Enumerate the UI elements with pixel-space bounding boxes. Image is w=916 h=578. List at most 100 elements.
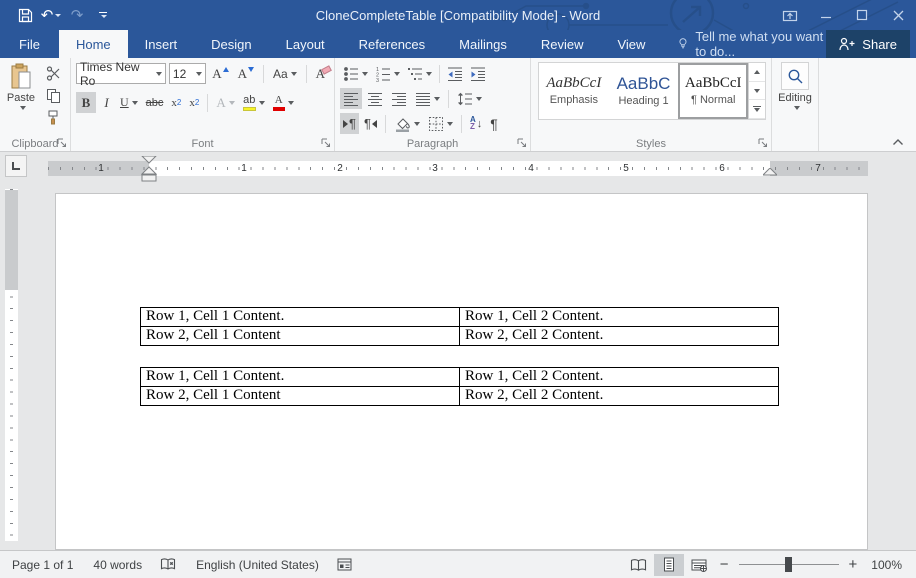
copy-button[interactable]	[42, 86, 64, 105]
tab-layout[interactable]: Layout	[269, 30, 342, 58]
left-to-right-text-button[interactable]: ¶	[340, 113, 359, 134]
subscript-button[interactable]: x2	[168, 92, 184, 113]
text-highlight-color-button[interactable]: ab	[240, 92, 268, 113]
print-layout-button[interactable]	[654, 554, 684, 576]
paragraph-dialog-launcher[interactable]	[517, 138, 527, 148]
tab-home[interactable]: Home	[59, 30, 128, 58]
tab-view[interactable]: View	[600, 30, 662, 58]
italic-button[interactable]: I	[98, 92, 115, 113]
editing-caret-icon	[794, 106, 800, 110]
cut-button[interactable]	[42, 64, 64, 83]
table-cell[interactable]: Row 2, Cell 1 Content	[141, 327, 460, 346]
right-to-left-text-button[interactable]: ¶	[361, 113, 380, 134]
show-hide-formatting-button[interactable]: ¶	[487, 113, 501, 134]
font-color-button[interactable]: A	[270, 92, 297, 113]
strikethrough-button[interactable]: abc	[143, 92, 167, 113]
grow-font-button[interactable]: A	[209, 63, 231, 84]
customize-quick-access-button[interactable]	[92, 3, 114, 27]
multilevel-list-button[interactable]	[404, 63, 435, 84]
editing-button[interactable]: Editing	[772, 58, 818, 110]
read-mode-button[interactable]	[624, 554, 654, 576]
search-icon	[787, 68, 804, 85]
zoom-slider-thumb[interactable]	[785, 557, 792, 572]
style-heading-1[interactable]: AaBbC Heading 1	[609, 63, 679, 119]
zoom-percentage[interactable]: 100%	[871, 558, 902, 572]
align-center-button[interactable]	[364, 88, 386, 109]
table-cell[interactable]: Row 2, Cell 2 Content.	[460, 327, 779, 346]
clipboard-dialog-launcher[interactable]	[57, 138, 67, 148]
increase-indent-button[interactable]	[467, 63, 489, 84]
share-button[interactable]: Share	[826, 30, 910, 58]
borders-button[interactable]	[425, 113, 456, 134]
zoom-in-button[interactable]: +	[849, 557, 858, 572]
maximize-button[interactable]	[844, 0, 880, 30]
zoom-out-button[interactable]: −	[720, 557, 729, 572]
tab-design[interactable]: Design	[194, 30, 268, 58]
style-normal-selected[interactable]: AaBbCcI ¶ Normal	[678, 63, 748, 119]
save-button[interactable]	[14, 3, 36, 27]
format-painter-button[interactable]	[42, 108, 64, 127]
left-indent-marker[interactable]	[141, 156, 157, 182]
numbering-button[interactable]: 1 2 3	[372, 63, 403, 84]
style-name: ¶ Normal	[691, 94, 735, 106]
table-cell[interactable]: Row 1, Cell 1 Content.	[141, 368, 460, 387]
table-cell[interactable]: Row 2, Cell 1 Content	[141, 387, 460, 406]
ribbon-display-options-button[interactable]	[772, 0, 808, 30]
table-cell[interactable]: Row 1, Cell 1 Content.	[141, 308, 460, 327]
align-left-button[interactable]	[340, 88, 362, 109]
proofing-status-button[interactable]	[160, 557, 176, 572]
underline-button[interactable]: U	[117, 92, 141, 113]
tab-file[interactable]: File	[0, 30, 59, 58]
justify-button[interactable]	[412, 88, 443, 109]
minimize-button[interactable]	[808, 0, 844, 30]
text-effects-button[interactable]: A	[213, 92, 237, 113]
change-case-button[interactable]: Aa	[270, 63, 300, 84]
status-word-count[interactable]: 40 words	[93, 558, 142, 572]
shrink-font-button[interactable]: A	[235, 63, 257, 84]
page[interactable]: Row 1, Cell 1 Content. Row 1, Cell 2 Con…	[55, 193, 868, 550]
styles-group-label: Styles	[531, 138, 771, 150]
close-button[interactable]	[880, 0, 916, 30]
tab-review[interactable]: Review	[524, 30, 601, 58]
status-language[interactable]: English (United States)	[196, 558, 319, 572]
table-cell[interactable]: Row 1, Cell 2 Content.	[460, 308, 779, 327]
right-indent-marker[interactable]	[763, 168, 777, 176]
vertical-ruler[interactable]	[5, 189, 18, 541]
styles-scroll-up-button[interactable]	[749, 63, 765, 82]
redo-button[interactable]: ↷	[66, 3, 88, 27]
table-cell[interactable]: Row 2, Cell 2 Content.	[460, 387, 779, 406]
shading-button[interactable]	[391, 113, 423, 134]
clear-formatting-button[interactable]: A	[313, 63, 334, 84]
tab-references[interactable]: References	[342, 30, 442, 58]
align-right-button[interactable]	[388, 88, 410, 109]
tell-me-box[interactable]: Tell me what you want to do...	[678, 30, 826, 58]
zoom-slider[interactable]	[739, 564, 839, 565]
styles-dialog-launcher[interactable]	[758, 138, 768, 148]
web-layout-button[interactable]	[684, 554, 714, 576]
ruler-number: 1	[241, 162, 247, 175]
bold-button[interactable]: B	[76, 92, 96, 113]
decrease-indent-button[interactable]	[444, 63, 466, 84]
font-dialog-launcher[interactable]	[321, 138, 331, 148]
styles-more-button[interactable]	[749, 100, 765, 119]
style-name: Emphasis	[550, 94, 598, 106]
tab-stop-selector[interactable]	[5, 155, 27, 177]
sort-button[interactable]: A Z ↓	[467, 113, 485, 134]
font-group: Times New Ro 12 A A Aa A B I	[71, 58, 335, 151]
line-spacing-button[interactable]	[454, 88, 485, 109]
collapse-ribbon-button[interactable]	[892, 138, 904, 146]
paste-button[interactable]: Paste	[0, 61, 42, 127]
status-page-number[interactable]: Page 1 of 1	[12, 558, 73, 572]
font-name-select[interactable]: Times New Ro	[76, 63, 166, 84]
bullets-button[interactable]	[340, 63, 371, 84]
tab-insert[interactable]: Insert	[128, 30, 195, 58]
macro-record-button[interactable]	[337, 558, 352, 571]
undo-button[interactable]: ↶	[40, 3, 62, 27]
horizontal-ruler[interactable]: 1 1 2 3 4 5 6 7	[48, 161, 868, 176]
styles-scroll-down-button[interactable]	[749, 82, 765, 101]
font-size-select[interactable]: 12	[169, 63, 206, 84]
superscript-button[interactable]: x2	[186, 92, 202, 113]
style-emphasis[interactable]: AaBbCcI Emphasis	[539, 63, 609, 119]
table-cell[interactable]: Row 1, Cell 2 Content.	[460, 368, 779, 387]
tab-mailings[interactable]: Mailings	[442, 30, 524, 58]
